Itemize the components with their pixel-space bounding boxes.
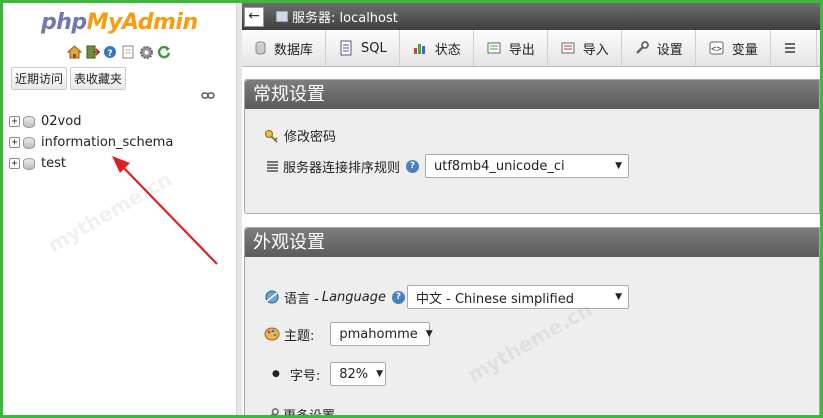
tab-more[interactable]	[771, 30, 817, 66]
language-row: 语言 - Language ? 中文 - Chinese simplified …	[264, 285, 629, 309]
tab-label: 变量	[731, 42, 758, 58]
theme-label: 主题:	[284, 328, 315, 344]
database-tree: + 02vod + information_schema + test	[9, 111, 173, 174]
database-icon	[23, 136, 35, 149]
settings-icon[interactable]	[138, 44, 154, 60]
tab-variables[interactable]: <> 变量	[696, 30, 771, 66]
tree-item-02vod[interactable]: + 02vod	[9, 111, 173, 132]
collation-value: utf8mb4_unicode_ci	[434, 158, 565, 174]
font-size-row: ● 字号: 82% ▼	[272, 362, 387, 386]
breadcrumb[interactable]: 服务器: localhost	[276, 7, 398, 26]
database-name[interactable]: test	[41, 156, 66, 171]
chevron-down-icon: ▼	[615, 161, 623, 171]
theme-icon	[264, 326, 280, 342]
bullet-icon: ●	[272, 369, 280, 379]
wrench-icon	[266, 408, 279, 415]
theme-select[interactable]: pmahomme ▼	[330, 322, 433, 346]
logout-icon[interactable]	[84, 44, 100, 60]
more-icon	[784, 42, 796, 54]
variables-icon: <>	[709, 41, 724, 55]
tab-sql[interactable]: SQL	[326, 30, 400, 66]
reload-icon[interactable]	[156, 44, 172, 60]
tab-export[interactable]: 导出	[474, 30, 548, 66]
tree-item-test[interactable]: + test	[9, 153, 173, 174]
tab-import[interactable]: 导入	[548, 30, 622, 66]
database-icon	[255, 41, 266, 55]
phpmyadmin-logo[interactable]: phpMyAdmin	[41, 10, 198, 35]
appearance-settings-title: 外观设置	[245, 228, 819, 257]
tab-databases[interactable]: 数据库	[242, 30, 327, 66]
database-name[interactable]: information_schema	[41, 135, 173, 150]
database-name[interactable]: 02vod	[41, 114, 81, 129]
font-size-value: 82%	[339, 366, 369, 382]
export-icon	[487, 41, 501, 55]
help-icon[interactable]: ?	[406, 159, 420, 173]
docs-icon[interactable]	[120, 44, 136, 60]
tab-settings[interactable]: 设置	[622, 30, 696, 66]
collation-label: 服务器连接排序规则	[283, 160, 401, 176]
general-settings-panel: 常规设置	[244, 79, 820, 214]
collation-icon	[266, 160, 279, 172]
database-icon	[23, 157, 35, 170]
tab-recent[interactable]: 近期访问	[11, 67, 68, 90]
theme-row: 主题: pmahomme ▼	[264, 322, 433, 346]
nav-icon-bar: ?	[66, 44, 172, 60]
language-value: 中文 - Chinese simplified	[415, 291, 574, 307]
change-password-row: 修改密码	[264, 126, 336, 145]
link-icon[interactable]	[201, 89, 215, 103]
tab-label: 状态	[434, 42, 461, 58]
top-bar: ← 服务器: localhost	[242, 3, 820, 30]
collation-select[interactable]: utf8mb4_unicode_ci ▼	[425, 154, 630, 178]
back-button[interactable]: ←	[244, 6, 264, 27]
wrench-icon	[635, 41, 649, 55]
expand-icon[interactable]: +	[9, 116, 20, 127]
tree-item-information-schema[interactable]: + information_schema	[9, 132, 173, 153]
main-panel: ← 服务器: localhost 数据库 SQL 状态 导出 导入 设置 <> …	[242, 3, 820, 415]
chevron-down-icon: ▼	[425, 329, 433, 339]
language-icon	[264, 289, 280, 305]
font-size-select[interactable]: 82% ▼	[330, 362, 387, 386]
sql-icon	[339, 40, 353, 56]
collation-row: 服务器连接排序规则 ? utf8mb4_unicode_ci ▼	[266, 154, 630, 178]
server-icon	[276, 11, 288, 22]
language-label-en: Language	[321, 289, 386, 305]
help-icon[interactable]: ?	[102, 44, 118, 60]
server-tabs: 数据库 SQL 状态 导出 导入 设置 <> 变量	[242, 30, 820, 67]
tab-label: 数据库	[274, 42, 314, 58]
database-icon	[23, 115, 35, 128]
font-size-label: 字号:	[289, 368, 321, 384]
tab-label: 导出	[508, 42, 535, 58]
key-icon	[264, 129, 280, 143]
tab-label: SQL	[361, 40, 387, 56]
language-select[interactable]: 中文 - Chinese simplified ▼	[406, 285, 629, 309]
status-icon	[413, 41, 427, 55]
nav-tabs: 近期访问 表收藏夹	[11, 67, 127, 90]
more-settings-link[interactable]: 更多设置	[283, 405, 335, 415]
expand-icon[interactable]: +	[9, 158, 20, 169]
tab-status[interactable]: 状态	[400, 30, 474, 66]
tab-label: 导入	[582, 42, 609, 58]
navigation-panel: phpMyAdmin ? 近期访问 表收藏夹 + 02vod + informa…	[3, 3, 239, 415]
language-label: 语言 -	[284, 291, 319, 307]
expand-icon[interactable]: +	[9, 137, 20, 148]
tab-label: 设置	[656, 42, 683, 58]
general-settings-title: 常规设置	[245, 80, 819, 109]
tab-favorites[interactable]: 表收藏夹	[70, 67, 127, 90]
chevron-down-icon: ▼	[376, 369, 384, 379]
help-icon[interactable]: ?	[391, 290, 405, 304]
appearance-settings-panel: 外观设置	[244, 227, 820, 415]
change-password-link[interactable]: 修改密码	[284, 126, 336, 145]
svg-text:?: ?	[107, 49, 112, 59]
server-label: 服务器: localhost	[292, 11, 398, 26]
chevron-down-icon: ▼	[615, 292, 622, 302]
import-icon	[561, 41, 575, 55]
svg-text:<>: <>	[711, 45, 722, 55]
home-icon[interactable]	[66, 44, 82, 60]
theme-value: pmahomme	[339, 326, 418, 342]
more-settings-row: 更多设置	[266, 405, 335, 415]
